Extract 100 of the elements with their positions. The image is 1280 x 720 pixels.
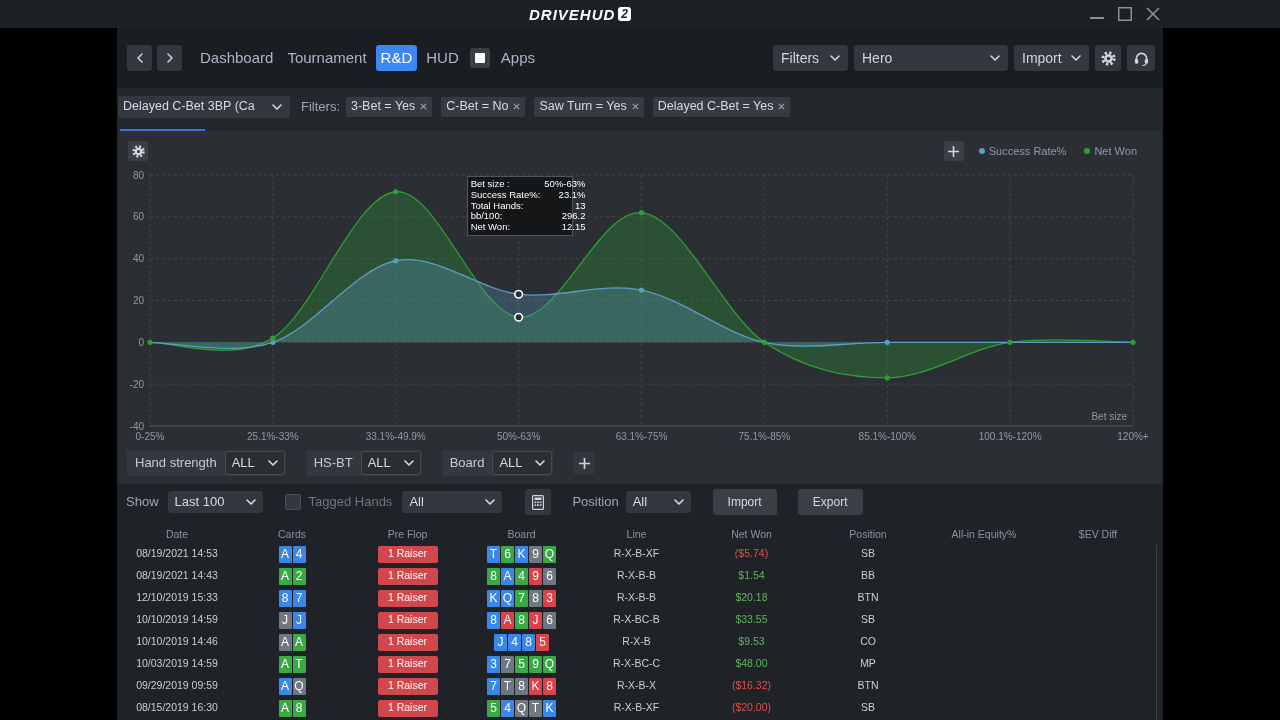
position-cell: MP xyxy=(860,656,876,672)
close-icon[interactable] xyxy=(513,103,521,110)
preflop-tag: 1 Raiser xyxy=(377,545,438,563)
data-point[interactable] xyxy=(147,339,153,345)
filter-dropdown[interactable]: ALL xyxy=(360,451,421,475)
net-won-cell: $48.00 xyxy=(735,656,768,672)
board-card: K xyxy=(529,677,542,695)
filter-chip[interactable]: Saw Turn = Yes xyxy=(534,96,644,117)
chevron-down-icon xyxy=(1071,55,1081,61)
column-header: All-in Equity% xyxy=(951,527,1017,543)
headset-icon xyxy=(1133,50,1149,66)
board-card: 9 xyxy=(529,655,542,673)
chevron-down-icon xyxy=(673,499,684,505)
chevron-down-icon xyxy=(830,55,840,61)
board-card: Q xyxy=(501,589,514,607)
report-dropdown[interactable]: Delayed C-Bet 3BP (Ca xyxy=(118,95,290,118)
toggle-switch[interactable] xyxy=(469,48,490,68)
show-label: Show xyxy=(126,493,159,512)
close-icon[interactable] xyxy=(1146,7,1160,21)
show-dropdown[interactable]: Last 100 xyxy=(167,491,263,513)
data-point[interactable] xyxy=(393,258,399,264)
chart-settings-button[interactable] xyxy=(128,141,148,161)
board-card: J xyxy=(494,633,507,651)
position-cell: BTN xyxy=(857,678,879,694)
board-card: 8 xyxy=(529,589,542,607)
tooltip-value: 23.1% xyxy=(557,189,586,201)
filters-dropdown[interactable]: Filters xyxy=(773,45,848,71)
player-dropdown[interactable]: Hero xyxy=(854,45,1008,71)
filter-label: HS-BT xyxy=(313,454,353,473)
board-card: T xyxy=(487,545,500,563)
add-filter-button[interactable] xyxy=(573,452,596,474)
data-point[interactable] xyxy=(393,189,399,195)
nav-tab[interactable]: Dashboard xyxy=(195,45,279,71)
hovered-point[interactable] xyxy=(514,312,524,322)
data-point[interactable] xyxy=(638,210,645,216)
position-dropdown[interactable]: All xyxy=(625,491,691,513)
import-dropdown[interactable]: Import xyxy=(1014,45,1089,71)
playing-card: A xyxy=(278,655,292,673)
hovered-point[interactable] xyxy=(514,289,524,299)
board-card: 6 xyxy=(543,611,556,629)
chevron-down-icon xyxy=(485,499,496,505)
column-header: Date xyxy=(165,527,189,543)
filter-chip[interactable]: Delayed C-Bet = Yes xyxy=(652,96,791,117)
playing-card: 8 xyxy=(278,589,292,607)
data-point[interactable] xyxy=(1007,339,1013,345)
data-point[interactable] xyxy=(884,339,890,345)
position-label: Position xyxy=(572,493,619,512)
data-point[interactable] xyxy=(270,335,276,341)
chevron-down-icon xyxy=(245,499,256,505)
nav-tab[interactable]: HUD xyxy=(421,45,464,71)
data-point[interactable] xyxy=(884,375,890,381)
board-card: 5 xyxy=(515,655,528,673)
net-won-cell: $20.18 xyxy=(735,590,768,606)
tagged-hands-checkbox[interactable] xyxy=(284,494,301,510)
playing-card: J xyxy=(292,611,306,629)
close-icon[interactable] xyxy=(420,103,428,110)
preflop-tag: 1 Raiser xyxy=(377,677,438,695)
nav-tab[interactable]: Tournament xyxy=(282,45,372,71)
filter-chip[interactable]: C-Bet = No xyxy=(441,96,526,117)
tooltip-value: 296.2 xyxy=(560,211,586,223)
action-button[interactable]: Import xyxy=(712,489,777,515)
back-button[interactable] xyxy=(127,45,152,71)
filter-chip[interactable]: 3-Bet = Yes xyxy=(346,96,433,117)
support-button[interactable] xyxy=(1127,45,1155,71)
filter-dropdown[interactable]: ALL xyxy=(224,451,285,475)
tag-filter-dropdown[interactable]: All xyxy=(402,491,503,513)
net-won-cell: $1.54 xyxy=(738,568,765,584)
board-card: 4 xyxy=(501,699,514,717)
action-button[interactable]: Export xyxy=(797,489,863,515)
board-card: Q xyxy=(543,655,556,673)
tooltip-label: Total Hands: xyxy=(470,200,525,212)
x-axis-label: 63.1%-75% xyxy=(615,431,668,442)
settings-icon xyxy=(131,144,145,158)
forward-button[interactable] xyxy=(157,45,182,71)
tooltip-value: 50%-63% xyxy=(544,179,586,190)
tooltip-label: Bet size : xyxy=(470,179,511,190)
playing-card: A xyxy=(278,545,292,563)
maximize-icon[interactable] xyxy=(1118,7,1132,21)
board-card: Q xyxy=(543,545,556,563)
close-icon[interactable] xyxy=(631,103,639,110)
board-card: 7 xyxy=(487,677,500,695)
net-won-cell: ($20.00) xyxy=(731,700,772,716)
net-won-cell: ($16.32) xyxy=(731,678,772,694)
data-point[interactable] xyxy=(638,287,645,293)
nav-tab[interactable]: R&D xyxy=(375,45,418,71)
playing-card: A xyxy=(292,633,306,651)
filter-dropdown[interactable]: ALL xyxy=(492,451,553,475)
data-point[interactable] xyxy=(1130,339,1136,345)
calculator-button[interactable] xyxy=(525,489,552,515)
column-header: $EV Diff xyxy=(1078,527,1118,543)
nav-tab[interactable]: Apps xyxy=(495,45,540,71)
data-point[interactable] xyxy=(761,339,767,345)
settings-button[interactable] xyxy=(1095,45,1121,71)
close-icon[interactable] xyxy=(778,103,786,110)
y-axis-label: 0 xyxy=(138,336,144,348)
add-series-button[interactable] xyxy=(943,141,964,161)
data-point[interactable] xyxy=(270,339,276,345)
position-cell: BTN xyxy=(857,590,879,606)
x-axis-title: Bet size xyxy=(1091,411,1127,422)
y-axis-label: 80 xyxy=(132,169,144,181)
